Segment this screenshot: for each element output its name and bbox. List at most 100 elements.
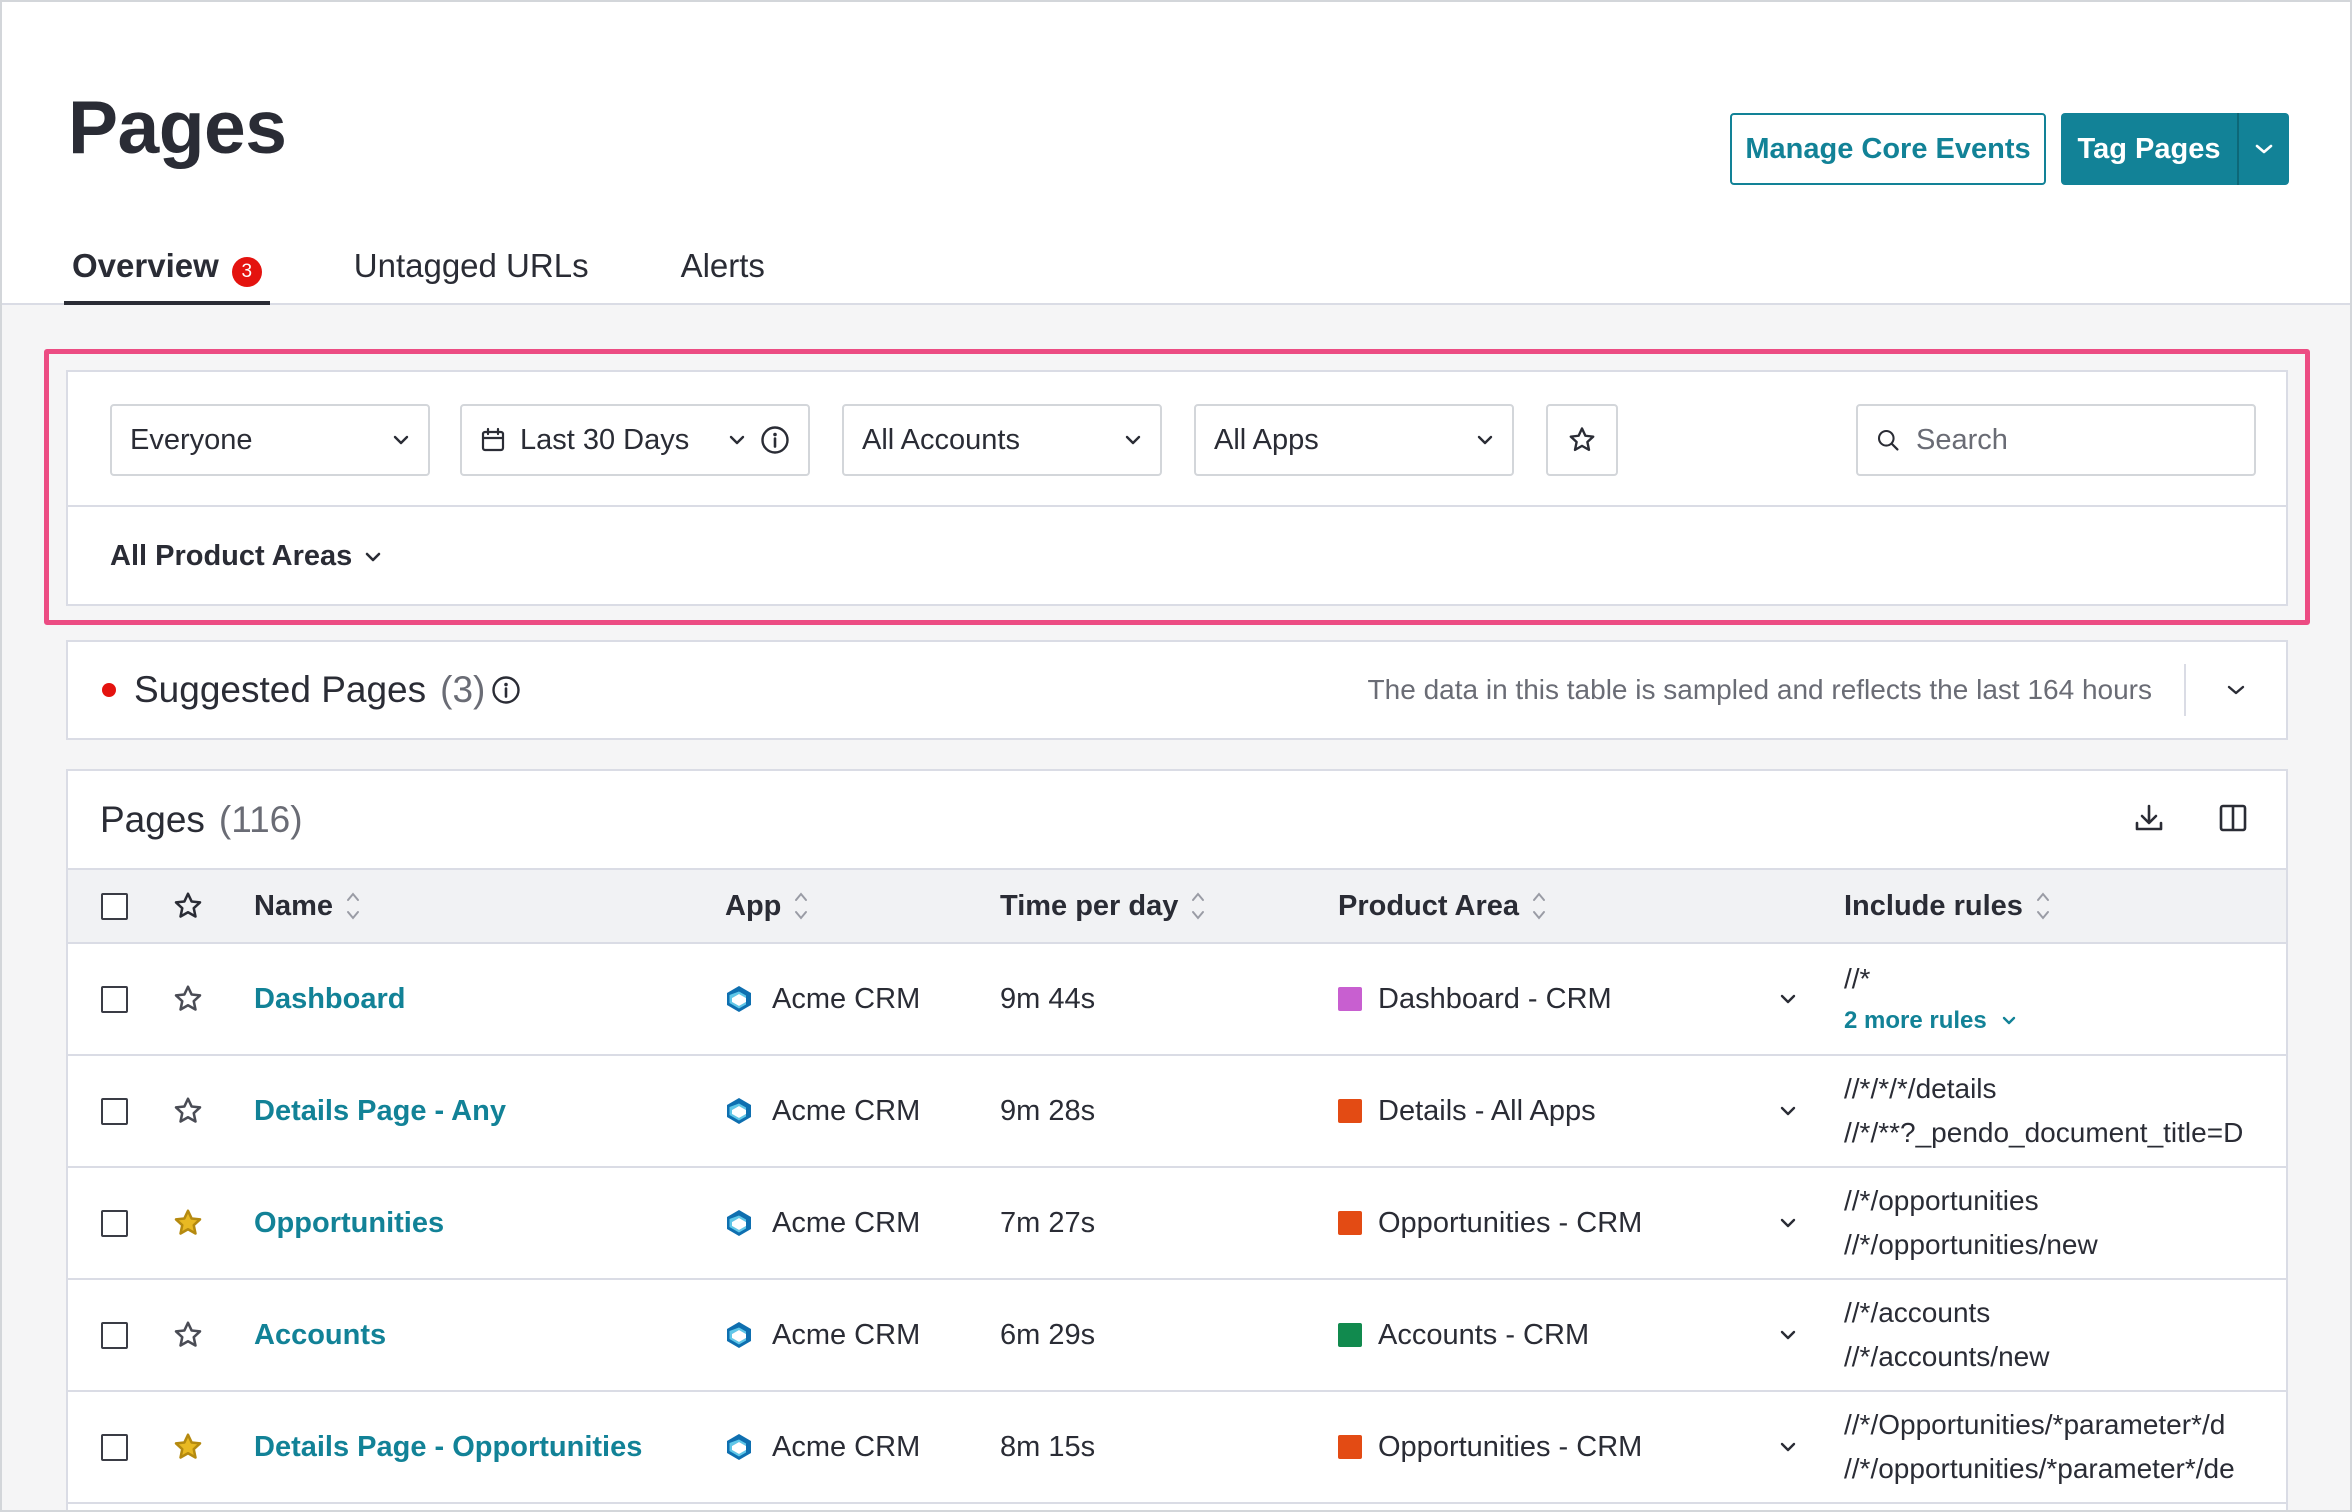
sampled-data-note: The data in this table is sampled and re… [1367, 674, 2152, 705]
product-area-color [1338, 1435, 1362, 1459]
favorite-star-button[interactable] [172, 944, 204, 1054]
pages-table-card: Pages (116) Name App Time per day Produc… [66, 769, 2288, 1510]
favorite-star-button[interactable] [172, 1280, 204, 1390]
column-header-name[interactable]: Name [254, 870, 361, 942]
time-per-day: 7m 27s [1000, 1206, 1096, 1239]
star-icon [174, 892, 202, 918]
tab-overview[interactable]: Overview 3 [64, 242, 270, 305]
segment-dropdown[interactable]: Everyone [110, 404, 430, 476]
search-field[interactable] [1856, 404, 2256, 476]
product-area-dropdown[interactable] [1748, 944, 1828, 1054]
product-area-dropdown[interactable] [1748, 1056, 1828, 1166]
include-rule: //*/accounts/new [1844, 1341, 2050, 1372]
include-rule: //*/opportunities/new [1844, 1229, 2098, 1260]
column-header-time-per-day[interactable]: Time per day [1000, 870, 1206, 942]
product-area-name: Opportunities - CRM [1378, 1206, 1643, 1239]
more-rules-label: 2 more rules [1844, 1007, 1987, 1034]
info-icon[interactable] [491, 675, 521, 705]
chevron-down-icon [1780, 1442, 1796, 1452]
tag-pages-button-group: Tag Pages [2061, 113, 2289, 185]
info-icon[interactable] [760, 425, 790, 455]
app-cell: Acme CRM [724, 1168, 920, 1278]
favorite-star-button[interactable] [172, 1392, 204, 1502]
time-per-day: 9m 44s [1000, 982, 1096, 1015]
suggested-pages-title: Suggested Pages [134, 669, 427, 710]
download-icon[interactable] [2132, 801, 2166, 835]
app-logo-icon [727, 1322, 751, 1348]
page-name-link[interactable]: Accounts [254, 1319, 386, 1352]
product-area-dropdown[interactable] [1748, 1280, 1828, 1390]
include-rules-cell: //*/Opportunities/*parameter*/d //*/oppor… [1844, 1392, 2288, 1502]
sort-icon [2036, 892, 2049, 920]
accounts-dropdown[interactable]: All Accounts [842, 404, 1162, 476]
manage-core-events-button[interactable]: Manage Core Events [1730, 113, 2046, 185]
more-rules-toggle[interactable]: 2 more rules [1844, 1007, 2017, 1035]
favorites-toggle-button[interactable] [1546, 404, 1618, 476]
column-header-include-rules[interactable]: Include rules [1844, 870, 2051, 942]
date-range-dropdown[interactable]: Last 30 Days [460, 404, 810, 476]
row-checkbox[interactable] [101, 1056, 128, 1166]
row-checkbox[interactable] [101, 1168, 128, 1278]
favorite-star-button[interactable] [172, 1168, 204, 1278]
include-rule: //*/Opportunities/*parameter*/d [1844, 1409, 2226, 1440]
page-name-link[interactable]: Dashboard [254, 983, 405, 1016]
row-checkbox[interactable] [101, 1280, 128, 1390]
table-header-row: Name App Time per day Product Area Inclu… [68, 868, 2286, 944]
chevron-down-icon [2002, 1016, 2015, 1025]
star-icon [174, 1097, 202, 1123]
app-cell: Acme CRM [724, 1392, 920, 1502]
segment-value: Everyone [130, 423, 253, 456]
page-title: Pages [68, 85, 287, 169]
chevron-down-icon [1780, 1330, 1796, 1340]
chevron-down-icon [2255, 144, 2273, 154]
tab-bar: Overview 3 Untagged URLs Alerts [64, 242, 773, 305]
page-name-link[interactable]: Details Page - Opportunities [254, 1431, 642, 1464]
product-areas-dropdown[interactable]: All Product Areas [110, 540, 382, 573]
include-rule: //*/*/*/details [1844, 1073, 1997, 1104]
star-column-header [172, 870, 204, 942]
notification-badge: 3 [231, 257, 262, 287]
tab-alerts[interactable]: Alerts [673, 242, 773, 305]
time-per-day: 8m 15s [1000, 1430, 1096, 1463]
app-logo-icon [727, 1434, 751, 1460]
page-name-link[interactable]: Opportunities [254, 1207, 444, 1240]
apps-dropdown[interactable]: All Apps [1194, 404, 1514, 476]
calendar-icon [481, 427, 505, 452]
product-area-dropdown[interactable] [1748, 1392, 1828, 1502]
search-icon [1877, 429, 1899, 451]
app-logo-icon [727, 986, 751, 1012]
chevron-down-icon [393, 435, 409, 445]
filter-row: Everyone Last 30 Days All Accounts All A… [68, 372, 2286, 507]
include-rules-cell: //* 2 more rules [1844, 944, 2288, 1054]
chevron-down-icon [365, 552, 381, 561]
column-label: Name [254, 889, 333, 922]
chevron-down-icon [1780, 1106, 1796, 1116]
tag-pages-button[interactable]: Tag Pages [2061, 113, 2239, 185]
favorite-star-button[interactable] [172, 1056, 204, 1166]
search-input[interactable] [1916, 423, 2236, 457]
columns-icon[interactable] [2216, 801, 2250, 835]
column-label: Time per day [1000, 889, 1179, 922]
accounts-value: All Accounts [862, 423, 1020, 456]
include-rule: //*/opportunities [1844, 1185, 2039, 1216]
app-logo-icon [727, 1098, 751, 1124]
expand-suggested-button[interactable] [2186, 683, 2286, 697]
star-icon [174, 1209, 202, 1235]
app-name: Acme CRM [772, 1318, 921, 1351]
row-checkbox[interactable] [101, 1392, 128, 1502]
row-checkbox[interactable] [101, 944, 128, 1054]
select-all-checkbox[interactable] [101, 870, 128, 942]
product-area-cell: Opportunities - CRM [1338, 1392, 1642, 1502]
column-header-product-area[interactable]: Product Area [1338, 870, 1547, 942]
column-header-app[interactable]: App [725, 870, 809, 942]
include-rule: //*/opportunities/*parameter*/de [1844, 1453, 2235, 1484]
time-per-day: 6m 29s [1000, 1318, 1096, 1351]
sort-icon [1533, 892, 1546, 920]
product-area-color [1338, 1323, 1362, 1347]
page-name-link[interactable]: Details Page - Any [254, 1095, 506, 1128]
app-frame: Pages Manage Core Events Tag Pages Overv… [0, 0, 2352, 1512]
product-area-dropdown[interactable] [1748, 1168, 1828, 1278]
tag-pages-menu-button[interactable] [2239, 113, 2289, 185]
tab-untagged-urls[interactable]: Untagged URLs [346, 242, 597, 305]
star-icon [174, 985, 202, 1011]
